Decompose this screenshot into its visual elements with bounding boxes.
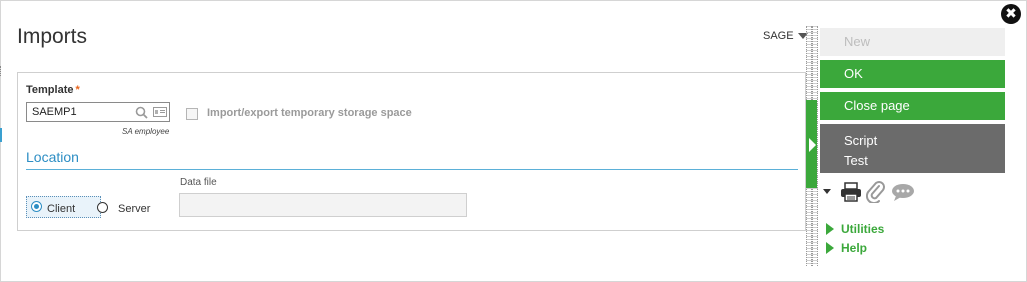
- template-description: SA employee: [122, 127, 170, 136]
- script-test-button[interactable]: Script Test: [820, 124, 1005, 173]
- template-label-text: Template: [26, 84, 74, 96]
- detail-card-icon[interactable]: [153, 107, 167, 117]
- help-label: Help: [841, 241, 868, 255]
- ok-button[interactable]: OK: [820, 60, 1005, 88]
- tools-dropdown-icon[interactable]: [823, 189, 831, 194]
- paperclip-icon[interactable]: [865, 181, 886, 208]
- help-section[interactable]: Help: [826, 241, 867, 255]
- page-title: Imports: [17, 25, 88, 48]
- print-icon[interactable]: [840, 182, 862, 207]
- test-label: Test: [844, 153, 868, 168]
- radio-server[interactable]: [97, 202, 108, 213]
- radio-client[interactable]: [31, 201, 42, 212]
- template-field[interactable]: SAEMP1: [26, 102, 170, 122]
- location-divider: [26, 169, 798, 170]
- left-edge-handle[interactable]: [0, 66, 3, 76]
- close-icon[interactable]: ✖: [1001, 4, 1021, 24]
- radio-client-label[interactable]: Client: [47, 203, 75, 215]
- user-menu-label: SAGE: [763, 30, 794, 42]
- utilities-section[interactable]: Utilities: [826, 222, 884, 236]
- expand-triangle-icon: [826, 242, 834, 254]
- data-file-field[interactable]: [179, 193, 467, 217]
- data-file-label: Data file: [180, 177, 217, 188]
- expand-triangle-icon: [826, 223, 834, 235]
- storage-checkbox-label: Import/export temporary storage space: [207, 107, 412, 119]
- collapse-panel-tab[interactable]: [806, 100, 817, 188]
- close-page-button[interactable]: Close page: [820, 92, 1005, 120]
- user-menu[interactable]: SAGE: [763, 30, 808, 42]
- radio-server-label[interactable]: Server: [118, 203, 150, 215]
- template-value[interactable]: SAEMP1: [32, 106, 77, 118]
- template-label: Template *: [26, 84, 80, 96]
- search-icon[interactable]: [135, 106, 148, 124]
- location-section-title: Location: [26, 149, 79, 165]
- utilities-label: Utilities: [841, 222, 885, 236]
- comment-icon[interactable]: [891, 183, 915, 206]
- storage-checkbox[interactable]: [186, 108, 198, 120]
- script-label: Script: [844, 133, 878, 148]
- required-mark: *: [75, 84, 80, 96]
- new-button[interactable]: New: [820, 28, 1005, 56]
- left-edge-marker: [0, 128, 2, 142]
